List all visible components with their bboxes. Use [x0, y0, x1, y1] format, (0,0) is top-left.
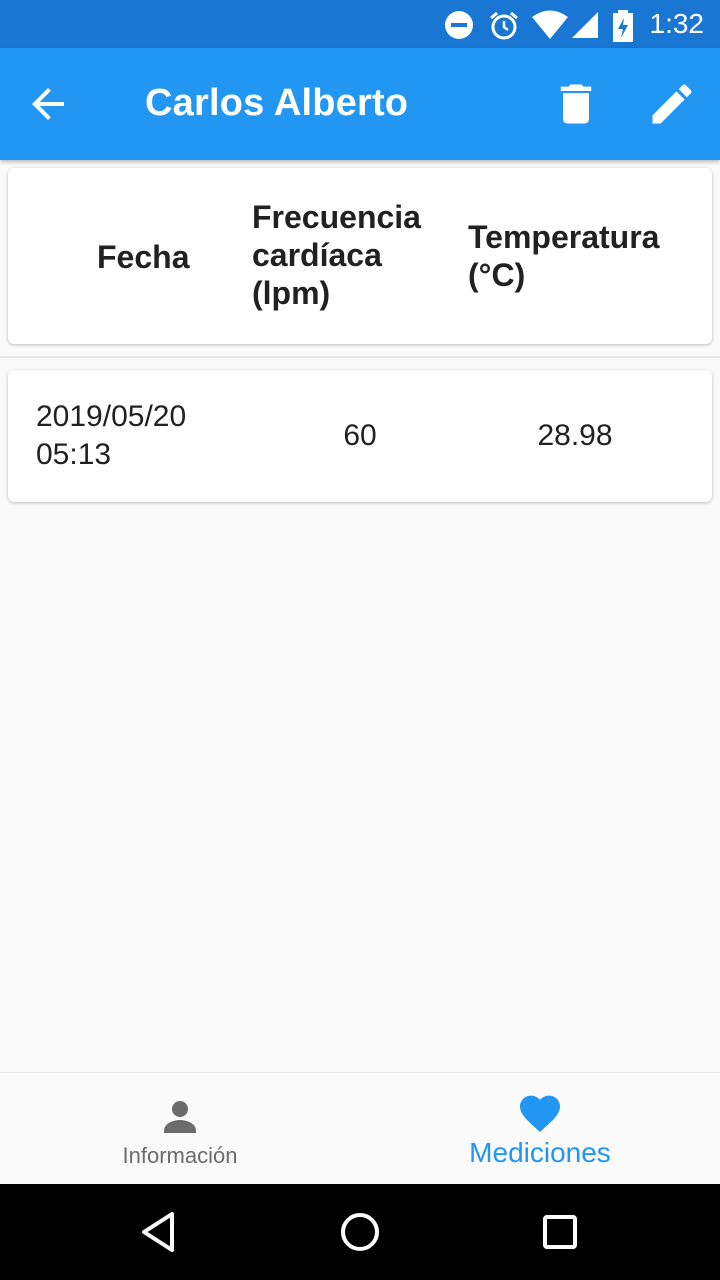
edit-icon [652, 84, 692, 124]
heart-icon [520, 1095, 560, 1132]
home-circle-icon [341, 1213, 379, 1251]
header-frecuencia: Frecuencia cardíaca (lpm) [252, 199, 421, 311]
bottom-navigation: Información Mediciones [0, 1072, 720, 1184]
edit-button[interactable] [646, 78, 698, 130]
status-bar: 1:32 [0, 0, 720, 48]
wifi-icon [532, 10, 568, 39]
app-bar: Carlos Alberto [0, 48, 720, 160]
header-fecha: Fecha [97, 239, 190, 275]
table-header: Fecha Frecuencia cardíaca (lpm) Temperat… [8, 168, 712, 344]
table-row[interactable]: 2019/05/20 05:13 60 28.98 [8, 370, 712, 502]
cell-temperatura: 28.98 [537, 419, 613, 452]
divider [0, 356, 720, 358]
cell-fecha: 2019/05/20 05:13 [36, 400, 187, 471]
signal-icon [572, 12, 598, 38]
back-triangle-icon [142, 1212, 174, 1252]
header-temperatura: Temperatura (°C) [468, 219, 660, 293]
nav-item-informacion[interactable]: Información [0, 1073, 360, 1185]
page-title: Carlos Alberto [145, 82, 409, 124]
system-recents-button[interactable] [536, 1208, 584, 1256]
nav-item-mediciones[interactable]: Mediciones [360, 1073, 720, 1185]
delete-icon [560, 84, 592, 124]
person-icon [164, 1101, 196, 1133]
nav-label-mediciones: Mediciones [469, 1137, 611, 1168]
system-navigation-bar [0, 1184, 720, 1280]
battery-charging-icon [613, 10, 633, 42]
system-back-button[interactable] [136, 1208, 184, 1256]
alarm-icon [490, 11, 518, 40]
status-time: 1:32 [649, 8, 705, 39]
back-button[interactable] [24, 80, 72, 128]
cell-frecuencia: 60 [343, 419, 377, 452]
nav-label-informacion: Información [122, 1143, 238, 1168]
do-not-disturb-icon [445, 11, 473, 39]
delete-button[interactable] [550, 78, 602, 130]
arrow-back-icon [32, 88, 64, 120]
system-home-button[interactable] [336, 1208, 384, 1256]
recents-square-icon [543, 1215, 577, 1249]
